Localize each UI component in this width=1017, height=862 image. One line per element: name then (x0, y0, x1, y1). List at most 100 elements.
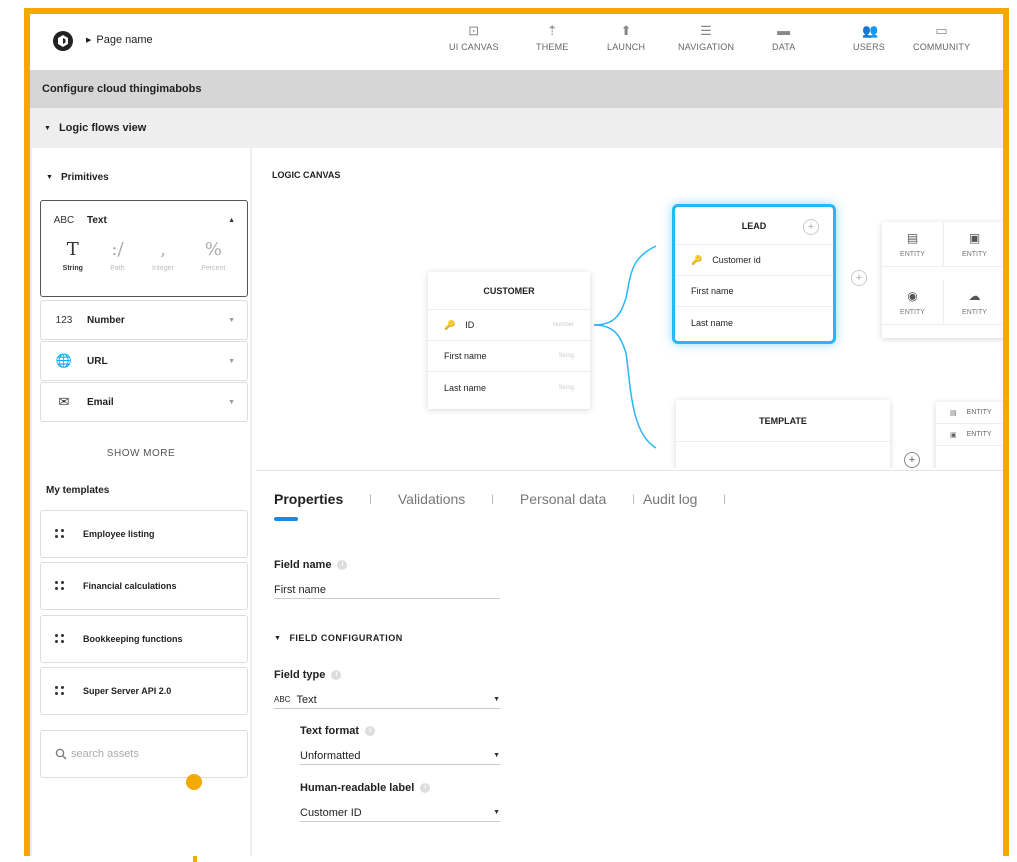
info-icon[interactable]: i (337, 560, 348, 570)
subtype-integer[interactable]: ‚ Integer (152, 239, 174, 272)
field-type-label-text: Field type (274, 669, 326, 681)
add-entity-icon[interactable]: + (851, 270, 867, 286)
primitive-number-label: Number (87, 314, 125, 326)
field-name: ID (465, 320, 475, 330)
integer-icon: ‚ (160, 239, 166, 260)
dropdown-arrow-icon: ▼ (493, 809, 500, 816)
nav-ui-canvas[interactable]: ⊡ UI CANVAS (449, 23, 499, 53)
subtype-path[interactable]: :/ Path (110, 239, 124, 272)
string-icon: T (66, 239, 79, 260)
field-name: Last name (691, 317, 734, 328)
add-template-icon[interactable]: + (904, 452, 920, 468)
nav-data[interactable]: ▬ DATA (772, 24, 796, 53)
logic-canvas[interactable]: LOGIC CANVAS CUSTOMER 🔑 ID Number First … (256, 148, 1003, 468)
field-configuration-label: FIELD CONFIGURATION (289, 633, 403, 643)
primitive-email-card[interactable]: ✉ Email ▼ (40, 382, 248, 422)
cloud-icon: ☁ (968, 288, 981, 303)
tab-validations[interactable]: Validations (398, 491, 465, 507)
dropdown-arrow-icon: ▼ (493, 696, 500, 703)
customer-field-row[interactable]: Last name String (428, 372, 590, 403)
human-readable-label-select[interactable]: Customer ID ▼ (300, 804, 500, 822)
drag-handle-icon[interactable] (55, 528, 65, 540)
info-icon[interactable]: i (331, 670, 342, 680)
human-readable-label-value: Customer ID (300, 806, 362, 819)
logic-flows-view-label: Logic flows view (58, 122, 147, 134)
primitives-label: Primitives (60, 172, 109, 183)
lead-field-row[interactable]: Last name (675, 307, 833, 338)
nav-theme[interactable]: ⇡ THEME (536, 24, 569, 53)
annotation-connector-dot (186, 774, 202, 790)
entity-list: ▤ ENTITY ▣ ENTITY (936, 402, 1003, 468)
search-assets-input[interactable]: search assets (40, 730, 248, 778)
nav-theme-label: THEME (536, 42, 569, 52)
path-icon: :/ (111, 239, 124, 260)
globe-icon: ◉ (907, 288, 918, 303)
template-entity-card[interactable]: TEMPLATE (676, 400, 890, 468)
nav-navigation[interactable]: ☰ NAVIGATION (678, 24, 734, 53)
badge-icon: ▣ (950, 431, 957, 439)
add-field-icon[interactable]: + (803, 219, 819, 235)
template-item[interactable]: Financial calculations (40, 562, 248, 610)
entity-tile[interactable]: ▣ ENTITY (944, 222, 1003, 267)
drag-handle-icon[interactable] (55, 580, 65, 592)
subtype-label: Percent (201, 265, 226, 272)
logic-flows-view-toggle[interactable]: ▼ Logic flows view (30, 108, 1003, 148)
section-title: Configure cloud thingimabobs (30, 70, 1003, 108)
primitive-url-label: URL (87, 355, 108, 367)
tab-properties[interactable]: Properties (274, 491, 343, 507)
template-item-label: Financial calculations (83, 581, 177, 591)
percent-icon: % (204, 239, 222, 260)
entity-tile[interactable]: ☁ ENTITY (944, 280, 1003, 325)
nav-community-label: COMMUNITY (913, 42, 971, 52)
primitive-number-card[interactable]: 123 Number ▼ (40, 300, 248, 340)
entity-tile[interactable]: ◉ ENTITY (882, 280, 944, 325)
nav-ui-canvas-label: UI CANVAS (449, 42, 499, 52)
customer-entity-card[interactable]: CUSTOMER 🔑 ID Number First name String L… (428, 272, 590, 409)
chevron-down-icon[interactable]: ▼ (228, 399, 235, 406)
field-type-value: Text (296, 693, 317, 706)
subtype-string[interactable]: T String (63, 239, 83, 272)
show-more-button[interactable]: SHOW MORE (32, 448, 250, 459)
lead-field-row[interactable]: 🔑 Customer id (675, 245, 833, 276)
primitives-header[interactable]: ▼ Primitives (46, 172, 109, 183)
info-icon[interactable]: i (420, 783, 431, 793)
nav-launch-label: LAUNCH (607, 42, 646, 52)
page-name-breadcrumb[interactable]: ▶ Page name (86, 34, 153, 46)
info-icon[interactable]: i (365, 726, 376, 736)
human-readable-label-text: Human-readable label (300, 782, 415, 794)
text-format-select[interactable]: Unformatted ▼ (300, 747, 500, 765)
canvas-icon: ⊡ (468, 23, 480, 38)
primitive-url-card[interactable]: 🌐 URL ▼ (40, 341, 248, 381)
chevron-down-icon[interactable]: ▼ (228, 358, 235, 365)
template-item[interactable]: Employee listing (40, 510, 248, 558)
field-type-select[interactable]: ABC Text ▼ (274, 691, 500, 709)
nav-data-label: DATA (772, 42, 796, 52)
tab-separator: | (723, 493, 727, 505)
nav-users[interactable]: 👥 USERS (853, 24, 885, 53)
chevron-down-icon[interactable]: ▼ (228, 317, 235, 324)
drag-handle-icon[interactable] (55, 633, 65, 645)
field-name-input[interactable]: First name (274, 581, 500, 599)
customer-field-row[interactable]: 🔑 ID Number (428, 310, 590, 341)
nav-launch[interactable]: ⬆ LAUNCH (607, 24, 646, 53)
customer-field-row[interactable]: First name String (428, 341, 590, 372)
template-item[interactable]: Bookkeeping functions (40, 615, 248, 663)
nav-community[interactable]: ▭ COMMUNITY (913, 24, 971, 53)
my-templates-heading: My templates (46, 485, 110, 496)
text-subtypes: T String :/ Path ‚ Integer % Percent (41, 239, 247, 282)
subtype-percent[interactable]: % Percent (201, 239, 225, 272)
entity-tile[interactable]: ▤ ENTITY (882, 222, 944, 267)
tab-audit-log[interactable]: Audit log (643, 491, 697, 507)
tab-personal-data[interactable]: Personal data (520, 491, 606, 507)
field-configuration-toggle[interactable]: ▼ FIELD CONFIGURATION (274, 633, 403, 643)
template-item[interactable]: Super Server API 2.0 (40, 667, 248, 715)
lead-field-row[interactable]: First name (675, 276, 833, 307)
entity-list-item[interactable]: ▤ ENTITY (936, 402, 1003, 424)
lead-entity-card[interactable]: LEAD + 🔑 Customer id First name Last nam… (672, 204, 836, 344)
drag-handle-icon[interactable] (55, 685, 65, 697)
app-logo-icon[interactable] (52, 30, 74, 52)
properties-panel: Properties | Validations | Personal data… (256, 470, 1003, 856)
primitive-text-card[interactable]: ABC Text ▲ T String :/ Path ‚ Integer % … (40, 200, 248, 297)
entity-list-item[interactable]: ▣ ENTITY (936, 424, 1003, 446)
chevron-up-icon[interactable]: ▲ (228, 217, 235, 224)
